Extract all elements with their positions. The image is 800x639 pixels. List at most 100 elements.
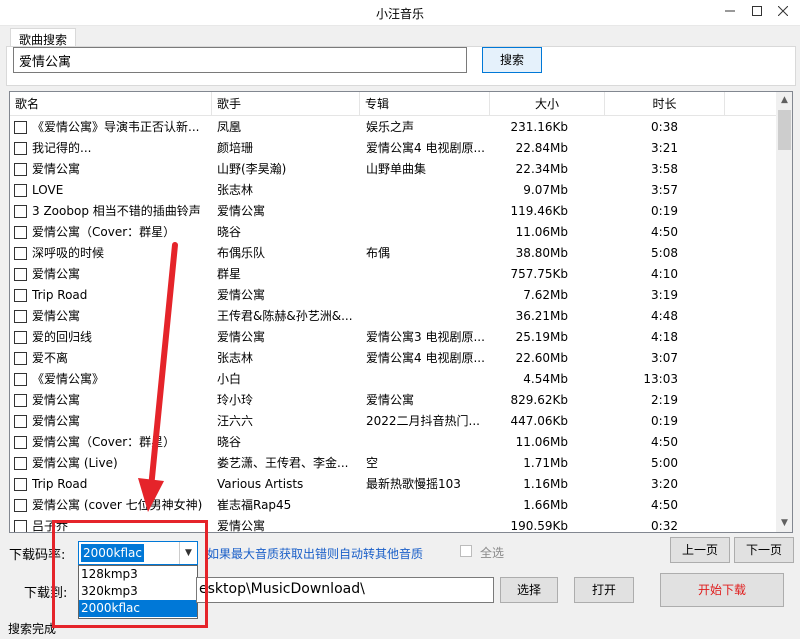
song-name: 深呼吸的时候	[32, 246, 105, 260]
table-row[interactable]: 爱的回归线 爱情公寓 爱情公寓3 电视剧原... 25.19Mb 4:18	[10, 327, 776, 348]
table-row[interactable]: 爱情公寓 (Live) 娄艺潇、王传君、李金... 空 1.71Mb 5:00	[10, 453, 776, 474]
table-row[interactable]: 《爱情公寓》 小白 4.54Mb 13:03	[10, 369, 776, 390]
table-row[interactable]: 爱情公寓 山野(李昊瀚) 山野单曲集 22.34Mb 3:58	[10, 159, 776, 180]
next-page-button[interactable]: 下一页	[734, 537, 794, 563]
table-row[interactable]: 爱情公寓（Cover：群星） 晓谷 11.06Mb 4:50	[10, 432, 776, 453]
title-bar: 小汪音乐	[0, 0, 800, 26]
row-checkbox[interactable]	[14, 373, 27, 386]
row-checkbox[interactable]	[14, 268, 27, 281]
status-text: 搜索完成	[8, 622, 57, 636]
row-checkbox[interactable]	[14, 205, 27, 218]
download-path-input[interactable]: esktop\MusicDownload\	[196, 577, 494, 603]
close-icon	[778, 6, 788, 16]
song-size: 25.19Mb	[515, 330, 568, 344]
select-all-checkbox[interactable]	[460, 545, 472, 557]
column-header-name[interactable]: 歌名	[10, 92, 212, 116]
row-checkbox[interactable]	[14, 163, 27, 176]
column-header-artist[interactable]: 歌手	[212, 92, 360, 116]
song-duration: 0:19	[651, 414, 678, 428]
song-duration: 0:38	[651, 120, 678, 134]
row-checkbox[interactable]	[14, 331, 27, 344]
song-duration: 3:58	[651, 162, 678, 176]
column-header-time[interactable]: 时长	[605, 92, 725, 116]
row-checkbox[interactable]	[14, 415, 27, 428]
scroll-up-arrow-icon[interactable]: ▲	[776, 92, 792, 109]
table-row[interactable]: 爱情公寓 王传君&陈赫&孙艺洲&... 36.21Mb 4:48	[10, 306, 776, 327]
song-duration: 3:19	[651, 288, 678, 302]
row-checkbox[interactable]	[14, 499, 27, 512]
row-checkbox[interactable]	[14, 478, 27, 491]
table-row[interactable]: 爱情公寓 (cover 七位男神女神) 崔志福Rap45 1.66Mb 4:50	[10, 495, 776, 516]
table-row[interactable]: 爱情公寓 玲小玲 爱情公寓 829.62Kb 2:19	[10, 390, 776, 411]
row-checkbox[interactable]	[14, 520, 27, 532]
song-duration: 4:18	[651, 330, 678, 344]
table-row[interactable]: 爱情公寓 汪六六 2022二月抖音热门... 447.06Kb 0:19	[10, 411, 776, 432]
table-row[interactable]: 3 Zoobop 相当不错的插曲铃声 爱情公寓 119.46Kb 0:19	[10, 201, 776, 222]
table-row[interactable]: Trip Road Various Artists 最新热歌慢摇103 1.16Mb 3…	[10, 474, 776, 495]
row-checkbox[interactable]	[14, 457, 27, 470]
song-artist: 玲小玲	[217, 393, 254, 407]
choose-folder-button[interactable]: 选择	[500, 577, 558, 603]
list-scrollbar[interactable]: ▲ ▼	[776, 92, 792, 532]
song-album: 最新热歌慢摇103	[366, 477, 461, 491]
tab-song-search[interactable]: 歌曲搜索	[10, 28, 77, 48]
table-row[interactable]: 爱情公寓（Cover：群星） 晓谷 11.06Mb 4:50	[10, 222, 776, 243]
close-button[interactable]	[766, 0, 800, 24]
row-checkbox[interactable]	[14, 352, 27, 365]
column-header-album[interactable]: 专辑	[360, 92, 490, 116]
song-duration: 2:19	[651, 393, 678, 407]
row-checkbox[interactable]	[14, 394, 27, 407]
row-checkbox[interactable]	[14, 226, 27, 239]
song-duration: 0:19	[651, 204, 678, 218]
row-checkbox[interactable]	[14, 184, 27, 197]
song-size: 829.62Kb	[510, 393, 568, 407]
song-artist: 张志林	[217, 351, 254, 365]
prev-page-button[interactable]: 上一页	[670, 537, 730, 563]
song-size: 7.62Mb	[523, 288, 568, 302]
row-checkbox[interactable]	[14, 310, 27, 323]
open-folder-button[interactable]: 打开	[574, 577, 634, 603]
song-artist: 张志林	[217, 183, 254, 197]
row-checkbox[interactable]	[14, 121, 27, 134]
table-row[interactable]: LOVE 张志林 9.07Mb 3:57	[10, 180, 776, 201]
song-album	[366, 306, 494, 327]
table-row[interactable]: 深呼吸的时候 布偶乐队 布偶 38.80Mb 5:08	[10, 243, 776, 264]
search-input[interactable]	[13, 47, 467, 73]
song-album	[366, 369, 494, 390]
row-checkbox[interactable]	[14, 289, 27, 302]
column-header-size[interactable]: 大小	[490, 92, 605, 116]
row-checkbox[interactable]	[14, 247, 27, 260]
scroll-down-arrow-icon[interactable]: ▼	[776, 515, 792, 532]
search-button[interactable]: 搜索	[482, 47, 542, 73]
row-checkbox[interactable]	[14, 142, 27, 155]
song-artist: 汪六六	[217, 414, 254, 428]
song-artist: 爱情公寓	[217, 204, 266, 218]
row-checkbox[interactable]	[14, 436, 27, 449]
song-duration: 13:03	[643, 372, 678, 386]
table-row[interactable]: 爱情公寓 群星 757.75Kb 4:10	[10, 264, 776, 285]
song-artist: 凤凰	[217, 120, 242, 134]
song-album: 娱乐之声	[366, 120, 415, 134]
song-album: 爱情公寓	[366, 393, 415, 407]
song-name: 爱的回归线	[32, 330, 93, 344]
song-name: Trip Road	[32, 288, 88, 302]
song-size: 757.75Kb	[510, 267, 568, 281]
table-row[interactable]: 《爱情公寓》导演韦正否认新... 凤凰 娱乐之声 231.16Kb 0:38	[10, 117, 776, 138]
song-name: 《爱情公寓》	[32, 372, 105, 386]
table-row[interactable]: Trip Road 爱情公寓 7.62Mb 3:19	[10, 285, 776, 306]
table-row[interactable]: 爱不离 张志林 爱情公寓4 电视剧原... 22.60Mb 3:07	[10, 348, 776, 369]
song-artist: 小白	[217, 372, 242, 386]
table-row[interactable]: 我记得的... 颜培珊 爱情公寓4 电视剧原... 22.84Mb 3:21	[10, 138, 776, 159]
song-album: 爱情公寓4 电视剧原...	[366, 141, 485, 155]
song-size: 22.34Mb	[515, 162, 568, 176]
start-download-button[interactable]: 开始下载	[660, 573, 784, 607]
scroll-thumb[interactable]	[778, 110, 791, 150]
song-list[interactable]: 歌名 歌手 专辑 大小 时长 《爱情公寓》导演韦正否认新... 凤凰 娱乐之声 231…	[9, 91, 793, 533]
quality-hint: 如果最大音质获取出错则自动转其他音质	[207, 547, 424, 561]
song-duration: 4:50	[651, 435, 678, 449]
song-duration: 0:32	[651, 519, 678, 533]
song-size: 119.46Kb	[510, 204, 568, 218]
song-duration: 3:20	[651, 477, 678, 491]
song-album	[366, 180, 494, 201]
song-name: 爱情公寓	[32, 267, 81, 281]
